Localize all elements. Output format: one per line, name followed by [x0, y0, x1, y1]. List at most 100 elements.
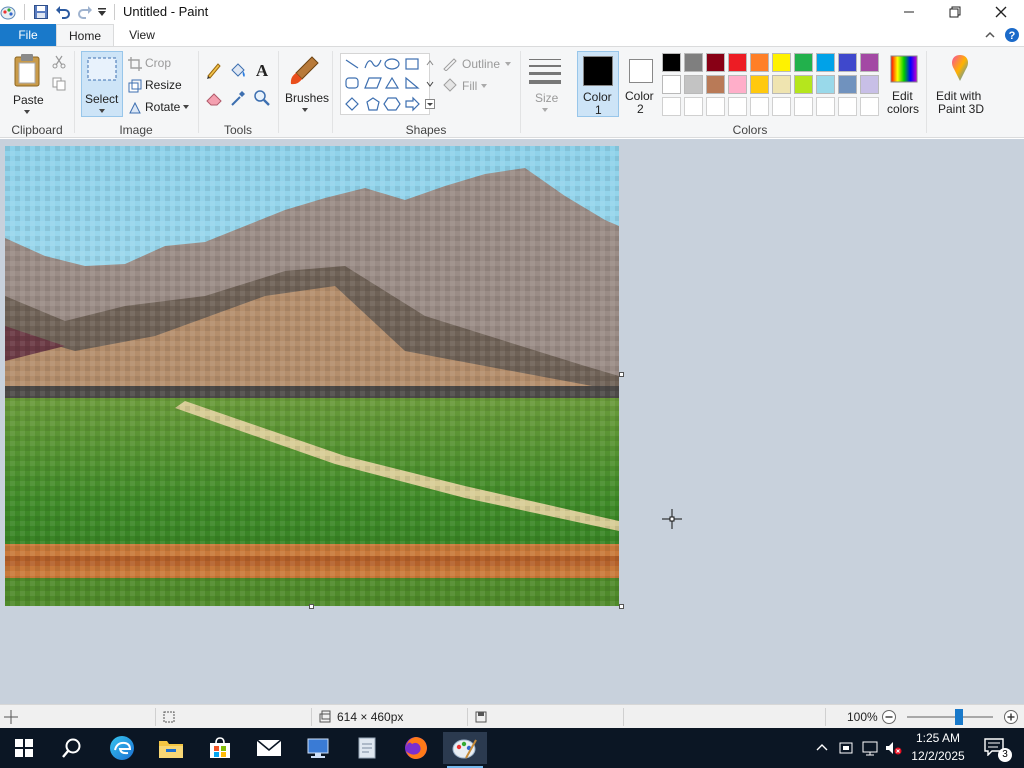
palette-swatch[interactable]: [838, 53, 857, 72]
close-icon: [995, 6, 1007, 18]
customize-quick-access-icon[interactable]: [97, 8, 107, 18]
resize-handle-corner[interactable]: [619, 604, 624, 609]
action-center-button[interactable]: 3: [978, 734, 1018, 762]
cut-icon[interactable]: [52, 55, 66, 69]
custom-color-slot[interactable]: [794, 97, 813, 116]
volume-muted-icon[interactable]: [884, 740, 902, 756]
fill-with-color-icon[interactable]: [229, 61, 247, 79]
edit-with-paint3d-button[interactable]: Edit with Paint 3D: [930, 51, 990, 117]
custom-color-slot[interactable]: [816, 97, 835, 116]
color-picker-icon[interactable]: [229, 89, 247, 107]
shapes-gallery[interactable]: [340, 53, 430, 115]
palette-swatch[interactable]: [750, 53, 769, 72]
size-button[interactable]: Size: [526, 51, 564, 117]
start-button[interactable]: [2, 732, 46, 764]
palette-swatch[interactable]: [794, 75, 813, 94]
taskbar-paint[interactable]: [443, 732, 487, 768]
custom-color-slot[interactable]: [728, 97, 747, 116]
palette-swatch[interactable]: [684, 53, 703, 72]
palette-swatch[interactable]: [662, 75, 681, 94]
copy-icon[interactable]: [52, 77, 66, 91]
redo-icon[interactable]: [77, 4, 93, 20]
taskbar-firefox[interactable]: [394, 732, 438, 764]
eraser-icon[interactable]: [205, 89, 223, 107]
show-hidden-icons-icon[interactable]: [816, 742, 828, 754]
custom-color-slot[interactable]: [684, 97, 703, 116]
magnifier-icon[interactable]: [253, 89, 271, 107]
palette-swatch[interactable]: [728, 75, 747, 94]
palette-swatch[interactable]: [816, 75, 835, 94]
custom-color-slot[interactable]: [838, 97, 857, 116]
taskbar-mail[interactable]: [247, 732, 291, 764]
taskbar-store[interactable]: [198, 732, 242, 764]
drawing-canvas[interactable]: [5, 146, 619, 606]
zoom-in-icon[interactable]: [1003, 709, 1019, 725]
file-explorer-icon: [159, 741, 183, 758]
shapes-scroll-down-icon[interactable]: [426, 80, 434, 88]
color1-button[interactable]: Color 1: [577, 51, 619, 117]
custom-color-slot[interactable]: [860, 97, 879, 116]
palette-swatch[interactable]: [750, 75, 769, 94]
color2-button[interactable]: Color 2: [620, 51, 662, 117]
taskbar: 1:25 AM 12/2/2025 3: [0, 728, 1024, 768]
zoom-slider-thumb[interactable]: [954, 709, 963, 725]
zoom-slider-track[interactable]: [907, 716, 993, 718]
edit-colors-button[interactable]: Edit colors: [884, 51, 924, 117]
firefox-icon: [405, 737, 427, 759]
resize-handle-right[interactable]: [619, 372, 624, 377]
clock-time[interactable]: 1:25 AM: [906, 731, 970, 745]
tab-view[interactable]: View: [114, 24, 170, 46]
save-icon[interactable]: [33, 4, 49, 20]
status-bar: 614 × 460px 100%: [0, 704, 1024, 728]
palette-swatch[interactable]: [794, 53, 813, 72]
palette-swatch[interactable]: [772, 75, 791, 94]
palette-swatch[interactable]: [706, 75, 725, 94]
shapes-scroll-up-icon[interactable]: [426, 59, 434, 67]
palette-swatch[interactable]: [860, 53, 879, 72]
shapes-expand-icon[interactable]: [425, 99, 435, 109]
help-icon[interactable]: ?: [1004, 27, 1020, 43]
custom-color-slot[interactable]: [750, 97, 769, 116]
maximize-button[interactable]: [932, 0, 978, 24]
undo-icon[interactable]: [55, 4, 71, 20]
store-icon: [210, 737, 230, 758]
taskbar-edge[interactable]: [100, 732, 144, 764]
palette-swatch[interactable]: [728, 53, 747, 72]
zoom-out-icon[interactable]: [881, 709, 897, 725]
tab-home[interactable]: Home: [56, 24, 114, 46]
custom-color-slot[interactable]: [706, 97, 725, 116]
palette-swatch[interactable]: [838, 75, 857, 94]
custom-color-slot[interactable]: [662, 97, 681, 116]
palette-swatch[interactable]: [706, 53, 725, 72]
taskbar-file-explorer[interactable]: [149, 732, 193, 764]
image-dimensions: 614 × 460px: [337, 710, 404, 724]
paste-button[interactable]: Paste: [6, 51, 48, 117]
brushes-button[interactable]: Brushes: [283, 51, 329, 117]
selection-size-icon: [163, 711, 175, 723]
palette-swatch[interactable]: [772, 53, 791, 72]
close-button[interactable]: [978, 0, 1024, 24]
clock-date[interactable]: 12/2/2025: [906, 749, 970, 763]
palette-swatch[interactable]: [860, 75, 879, 94]
palette-swatch[interactable]: [662, 53, 681, 72]
resize-handle-bottom[interactable]: [309, 604, 314, 609]
pencil-icon[interactable]: [205, 61, 223, 79]
palette-swatch[interactable]: [816, 53, 835, 72]
taskbar-app-2[interactable]: [345, 732, 389, 764]
minimize-button[interactable]: [886, 0, 932, 24]
restore-icon: [949, 6, 961, 18]
custom-color-slot[interactable]: [772, 97, 791, 116]
size-label: Size: [535, 91, 559, 105]
text-icon[interactable]: A: [253, 61, 271, 79]
device-icon[interactable]: [838, 740, 854, 756]
palette-swatch[interactable]: [684, 75, 703, 94]
ribbon-tabs: File Home View ?: [0, 24, 1024, 46]
network-icon[interactable]: [862, 740, 880, 756]
paint3d-label-1: Edit with: [936, 89, 982, 103]
tab-file[interactable]: File: [0, 24, 56, 46]
select-button[interactable]: Select: [81, 51, 123, 117]
taskbar-app-1[interactable]: [296, 732, 340, 764]
search-button[interactable]: [50, 732, 94, 764]
minimize-ribbon-icon[interactable]: [985, 30, 995, 40]
select-icon: [87, 57, 117, 81]
